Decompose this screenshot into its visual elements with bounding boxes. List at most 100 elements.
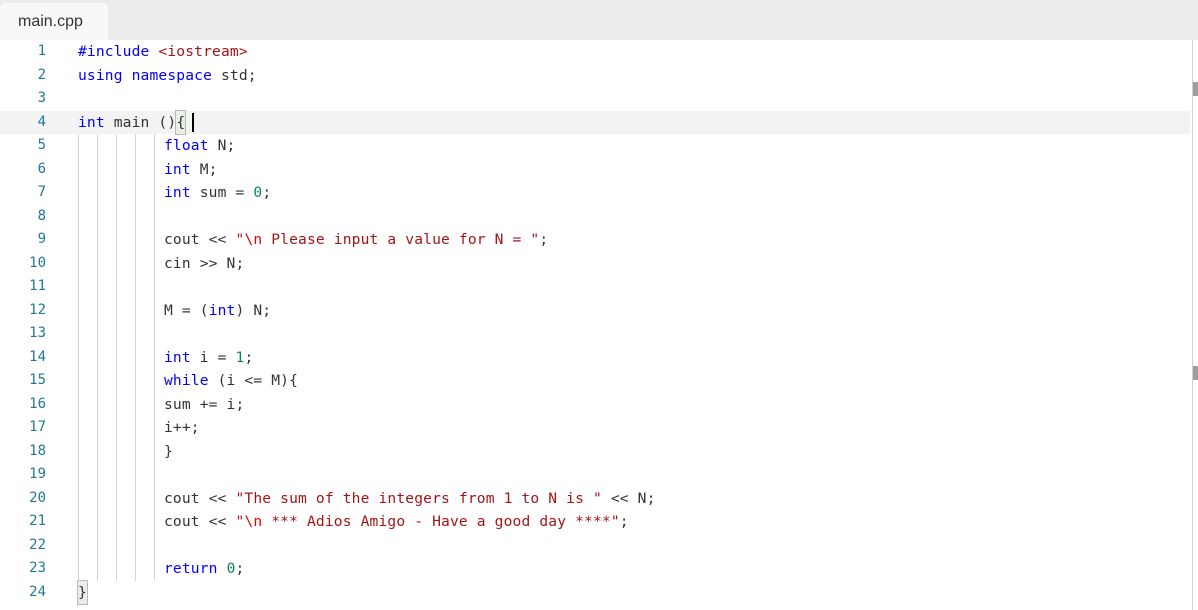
line-number: 3	[37, 90, 46, 106]
code-token: return	[164, 560, 227, 577]
vertical-scrollbar[interactable]	[1192, 40, 1193, 610]
line-number: 19	[29, 466, 46, 482]
code-token: ;	[262, 184, 272, 201]
code-token: while	[164, 372, 218, 389]
indent-guide	[116, 134, 117, 581]
code-text: int i = 1;	[164, 346, 253, 370]
code-text: M = (int) N;	[164, 299, 271, 323]
line-number: 2	[37, 66, 46, 83]
code-line[interactable]: 9 cout << "\n Please input a value for N …	[0, 228, 1190, 252]
text-caret	[192, 112, 194, 132]
matching-bracket: {	[175, 109, 187, 135]
code-token: cin >> N;	[164, 254, 245, 272]
code-line[interactable]: 5 float N;	[0, 134, 1190, 158]
code-line[interactable]: 13	[0, 322, 1190, 346]
code-token: i =	[199, 348, 236, 366]
code-token: N;	[217, 137, 236, 154]
tab-title: main.cpp	[18, 13, 83, 30]
code-line[interactable]: 6 int M;	[0, 158, 1190, 182]
code-line[interactable]: 8	[0, 205, 1190, 229]
scrollbar-marker	[1193, 366, 1198, 380]
code-token: \n	[244, 513, 263, 530]
code-token: ;	[619, 513, 629, 530]
line-number: 14	[29, 348, 46, 365]
code-line[interactable]: 7 int sum = 0;	[0, 181, 1190, 205]
line-number: 20	[29, 489, 46, 506]
code-line[interactable]: 17 i++;	[0, 416, 1190, 440]
tab-main-cpp[interactable]: main.cpp	[0, 3, 108, 40]
code-text: }	[77, 579, 88, 605]
code-line[interactable]: 23 return 0;	[0, 557, 1190, 581]
code-token: 0	[253, 184, 263, 201]
indent-guide	[154, 134, 155, 581]
line-number: 12	[29, 301, 46, 318]
scrollbar-marker	[1193, 82, 1198, 96]
code-token: int	[164, 160, 200, 178]
code-token: ) N;	[235, 301, 272, 319]
code-line[interactable]: 24}	[0, 579, 1190, 605]
code-text: cout << "The sum of the integers from 1 …	[164, 487, 656, 511]
code-token: ;	[539, 231, 549, 248]
code-token: << N;	[601, 489, 656, 507]
line-number: 21	[29, 513, 46, 529]
indent-guide	[97, 134, 98, 581]
code-text: sum += i;	[164, 393, 244, 417]
code-text: #include <iostream>	[78, 40, 248, 64]
indent-guide	[135, 134, 136, 581]
code-token: (i <= M){	[217, 372, 299, 389]
code-token: cout <<	[164, 513, 236, 530]
code-line[interactable]: 1 #include <iostream>	[0, 40, 1190, 64]
line-number: 5	[37, 137, 46, 153]
line-number: 15	[29, 372, 46, 388]
code-line[interactable]: 22	[0, 534, 1190, 558]
code-line[interactable]: 4 int main (){	[0, 109, 1190, 135]
code-line[interactable]: 10 cin >> N;	[0, 252, 1190, 276]
line-number: 22	[29, 536, 46, 553]
code-line[interactable]: 20 cout << "The sum of the integers from …	[0, 487, 1190, 511]
code-token: 0	[226, 560, 236, 577]
code-text: int sum = 0;	[164, 181, 271, 205]
line-number: 1	[37, 43, 46, 59]
code-token: *** Adios Amigo - Have a good day ****"	[262, 513, 620, 530]
line-number: 11	[29, 278, 46, 294]
code-text: cin >> N;	[164, 252, 244, 276]
code-line[interactable]: 18}	[0, 440, 1190, 464]
code-line[interactable]: 16 sum += i;	[0, 393, 1190, 417]
code-token: std;	[220, 66, 257, 84]
code-token: main ()	[113, 113, 177, 131]
code-line[interactable]: 15 while (i <= M){	[0, 369, 1190, 393]
code-text: i++;	[164, 416, 200, 440]
line-number: 10	[29, 254, 46, 271]
code-token: sum += i;	[164, 395, 245, 413]
code-token: Please input a value for N = "	[262, 231, 540, 248]
code-token: ;	[235, 560, 245, 577]
code-token: int	[164, 348, 200, 366]
line-number: 8	[37, 207, 46, 224]
code-editor[interactable]: 1 #include <iostream> 2 using namespace std…	[0, 40, 1190, 610]
code-token: sum =	[199, 184, 254, 201]
line-number: 24	[29, 583, 46, 600]
code-token: M;	[199, 160, 218, 178]
code-line[interactable]: 11	[0, 275, 1190, 299]
code-token: <iostream>	[158, 43, 248, 60]
tab-bar: main.cpp	[0, 0, 1198, 40]
code-text: int M;	[164, 158, 218, 182]
line-number: 16	[29, 395, 46, 412]
indent-guide	[78, 134, 79, 581]
code-token: \n	[244, 231, 263, 248]
code-token: float	[164, 137, 218, 154]
code-line[interactable]: 3	[0, 87, 1190, 111]
code-line[interactable]: 2 using namespace std;	[0, 64, 1190, 88]
line-number: 18	[29, 442, 46, 459]
code-line[interactable]: 12 M = (int) N;	[0, 299, 1190, 323]
code-line[interactable]: 21 cout << "\n *** Adios Amigo - Have a g…	[0, 510, 1190, 534]
code-token: cout <<	[164, 489, 236, 507]
code-line[interactable]: 14 int i = 1;	[0, 346, 1190, 370]
line-number: 9	[37, 231, 46, 247]
line-number: 4	[37, 113, 46, 130]
code-text: using namespace std;	[78, 64, 257, 88]
code-token: int	[164, 184, 200, 201]
code-line[interactable]: 19	[0, 463, 1190, 487]
code-text: while (i <= M){	[164, 369, 298, 393]
code-token: cout <<	[164, 231, 236, 248]
